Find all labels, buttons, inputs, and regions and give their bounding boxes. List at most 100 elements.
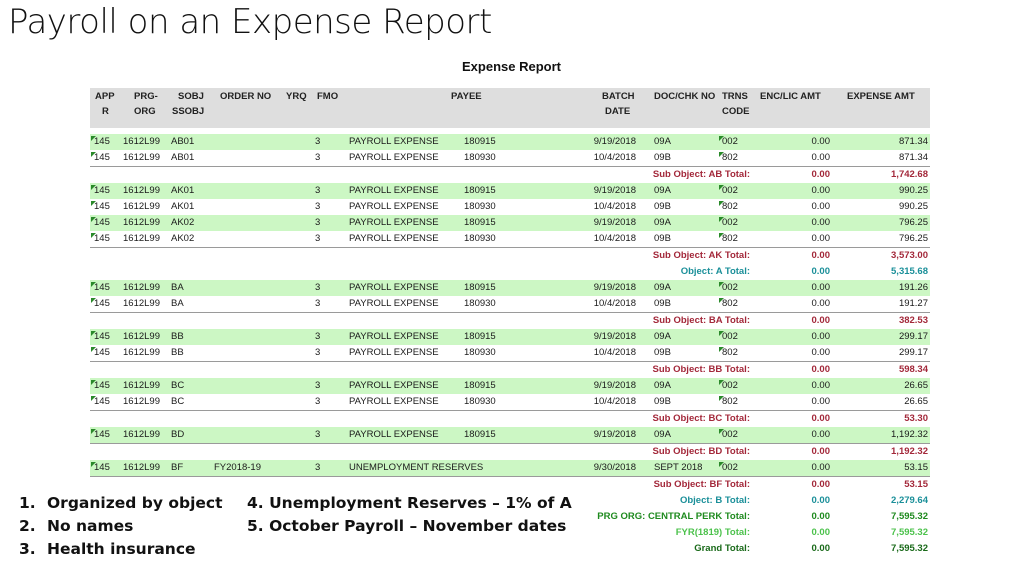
comment-flag-icon[interactable] <box>719 396 724 401</box>
prg-org: 1612L99 <box>123 462 160 473</box>
appr: 145 <box>94 136 110 147</box>
trns-code: 002 <box>722 282 738 293</box>
comment-flag-icon[interactable] <box>719 298 724 303</box>
sobj: BA <box>171 282 184 293</box>
payee: PAYROLL EXPENSE <box>349 201 439 212</box>
sobj: BA <box>171 298 184 309</box>
enc-lic-amt: 0.00 <box>811 152 831 163</box>
doc-chk-no: 09B <box>654 201 671 212</box>
note-5: 5. October Payroll – November dates <box>247 517 567 535</box>
enc-lic-amt: 0.00 <box>811 315 831 326</box>
expense-amt: 53.15 <box>904 462 928 473</box>
payee: PAYROLL EXPENSE <box>349 396 439 407</box>
prg-org: 1612L99 <box>123 396 160 407</box>
comment-flag-icon[interactable] <box>719 152 724 157</box>
expense-amt: 53.15 <box>904 479 928 490</box>
expense-report-table: APP R PRG- ORG SOBJ SSOBJ ORDER NO YRQ F… <box>90 88 930 557</box>
appr: 145 <box>94 233 110 244</box>
slide-title: Payroll on an Expense Report <box>8 2 492 42</box>
total-row: Sub Object: BB Total: 0.00 598.34 <box>90 362 930 378</box>
table-row[interactable]: 145 1612L99 AK02 3 PAYROLL EXPENSE 180915 9/19… <box>90 215 930 231</box>
total-label: Sub Object: AB Total: <box>652 169 750 180</box>
fmo: 3 <box>315 217 321 228</box>
comment-flag-icon[interactable] <box>719 233 724 238</box>
payee-id: 180930 <box>464 298 496 309</box>
comment-flag-icon[interactable] <box>719 282 724 287</box>
table-row[interactable]: 145 1612L99 BB 3 PAYROLL EXPENSE 180930 10/4/2… <box>90 345 930 362</box>
prg-org: 1612L99 <box>123 233 160 244</box>
prg-org: 1612L99 <box>123 298 160 309</box>
enc-lic-amt: 0.00 <box>811 495 831 506</box>
payee-id: 180915 <box>464 136 496 147</box>
fmo: 3 <box>315 331 321 342</box>
table-row[interactable]: 145 1612L99 AB01 3 PAYROLL EXPENSE 180930 10/4… <box>90 150 930 167</box>
doc-chk-no: 09B <box>654 298 671 309</box>
comment-flag-icon[interactable] <box>719 380 724 385</box>
total-label: Object: B Total: <box>679 495 750 506</box>
enc-lic-amt: 0.00 <box>811 511 831 522</box>
table-row[interactable]: 145 1612L99 BB 3 PAYROLL EXPENSE 180915 9/19/2… <box>90 329 930 345</box>
table-row[interactable]: 145 1612L99 BA 3 PAYROLL EXPENSE 180930 10/4/2… <box>90 296 930 313</box>
col-header-fmo: FMO <box>317 91 339 102</box>
total-label: Object: A Total: <box>680 266 750 277</box>
col-header-batch-date: BATCH <box>602 91 635 102</box>
appr: 145 <box>94 217 110 228</box>
comment-flag-icon[interactable] <box>719 429 724 434</box>
table-row[interactable]: 145 1612L99 AK02 3 PAYROLL EXPENSE 180930 10/4… <box>90 231 930 248</box>
fmo: 3 <box>315 136 321 147</box>
batch-date: 9/19/2018 <box>593 136 636 147</box>
col-header-prg-org-2: ORG <box>134 106 156 117</box>
table-row[interactable]: 145 1612L99 AB01 3 PAYROLL EXPENSE 180915 9/19… <box>90 134 930 150</box>
table-row[interactable]: 145 1612L99 AK01 3 PAYROLL EXPENSE 180930 10/4… <box>90 199 930 215</box>
table-row[interactable]: 145 1612L99 BC 3 PAYROLL EXPENSE 180930 10/4/2… <box>90 394 930 411</box>
prg-org: 1612L99 <box>123 429 160 440</box>
trns-code: 002 <box>722 217 738 228</box>
note-1: 1. Organized by object <box>19 492 223 515</box>
comment-flag-icon[interactable] <box>719 347 724 352</box>
enc-lic-amt: 0.00 <box>811 479 831 490</box>
sobj: BC <box>171 396 185 407</box>
fmo: 3 <box>315 396 321 407</box>
expense-amt: 871.34 <box>898 136 928 147</box>
prg-org: 1612L99 <box>123 380 160 391</box>
trns-code: 802 <box>722 201 738 212</box>
batch-date: 9/19/2018 <box>593 185 636 196</box>
enc-lic-amt: 0.00 <box>811 185 831 196</box>
enc-lic-amt: 0.00 <box>811 250 831 261</box>
expense-amt: 990.25 <box>898 201 928 212</box>
prg-org: 1612L99 <box>123 136 160 147</box>
payee: PAYROLL EXPENSE <box>349 380 439 391</box>
table-row[interactable]: 145 1612L99 AK01 3 PAYROLL EXPENSE 180915 9/19… <box>90 183 930 199</box>
table-row[interactable]: 145 1612L99 BF FY2018-19 3 UNEMPLOYMENT RESER… <box>90 460 930 477</box>
comment-flag-icon[interactable] <box>719 136 724 141</box>
expense-amt: 7,595.32 <box>891 543 928 554</box>
table-row[interactable]: 145 1612L99 BC 3 PAYROLL EXPENSE 180915 9/19/2… <box>90 378 930 394</box>
col-header-prg-org: PRG- <box>134 91 158 102</box>
enc-lic-amt: 0.00 <box>811 233 831 244</box>
enc-lic-amt: 0.00 <box>811 347 831 358</box>
doc-chk-no: SEPT 2018 <box>654 462 703 473</box>
table-row[interactable]: 145 1612L99 BD 3 PAYROLL EXPENSE 180915 9/19/2… <box>90 427 930 444</box>
total-label: PRG ORG: CENTRAL PERK Total: <box>597 511 750 522</box>
enc-lic-amt: 0.00 <box>811 413 831 424</box>
doc-chk-no: 09A <box>654 136 671 147</box>
total-row: Sub Object: BA Total: 0.00 382.53 <box>90 313 930 329</box>
payee-id: 180930 <box>464 396 496 407</box>
sobj: AK02 <box>171 217 195 228</box>
sobj: BF <box>171 462 184 473</box>
comment-flag-icon[interactable] <box>719 185 724 190</box>
doc-chk-no: 09A <box>654 380 671 391</box>
expense-amt: 26.65 <box>904 380 928 391</box>
total-label: Sub Object: AK Total: <box>652 250 750 261</box>
comment-flag-icon[interactable] <box>719 462 724 467</box>
fmo: 3 <box>315 298 321 309</box>
comment-flag-icon[interactable] <box>719 217 724 222</box>
enc-lic-amt: 0.00 <box>811 266 831 277</box>
comment-flag-icon[interactable] <box>719 201 724 206</box>
comment-flag-icon[interactable] <box>719 331 724 336</box>
total-label: FYR(1819) Total: <box>675 527 750 538</box>
note-text: No names <box>47 517 134 535</box>
table-row[interactable]: 145 1612L99 BA 3 PAYROLL EXPENSE 180915 9/19/2… <box>90 280 930 296</box>
enc-lic-amt: 0.00 <box>811 396 831 407</box>
payee: PAYROLL EXPENSE <box>349 217 439 228</box>
